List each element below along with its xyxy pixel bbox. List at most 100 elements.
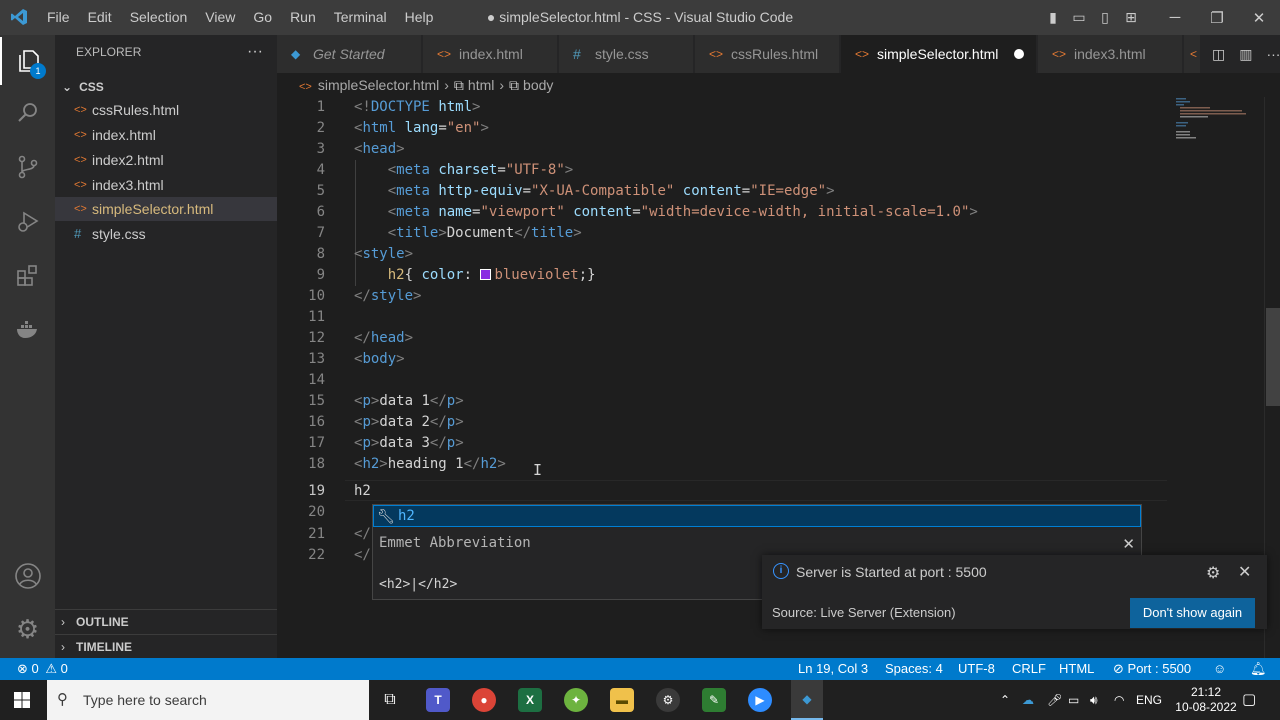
file-item-selected[interactable]: <> simpleSelector.html <box>55 197 277 221</box>
notepad-plus-icon[interactable]: ✎ <box>702 688 726 712</box>
file-item[interactable]: # style.css <box>55 222 277 246</box>
docker-icon[interactable] <box>0 305 55 353</box>
accounts-icon[interactable] <box>0 552 55 600</box>
tab-label: index3.html <box>1074 46 1146 62</box>
vscode-taskbar-icon[interactable]: ◆ <box>791 680 823 720</box>
file-item[interactable]: <> cssRules.html <box>55 98 277 122</box>
line-number: 13 <box>308 351 325 367</box>
explorer-icon[interactable]: 1 <box>0 37 55 85</box>
tab-style-css[interactable]: # style.css <box>559 35 694 73</box>
toggle-secondary-sidebar-icon[interactable]: ▯ <box>1092 0 1118 35</box>
breadcrumb-body[interactable]: body <box>523 77 553 93</box>
menu-file[interactable]: File <box>38 0 79 35</box>
toggle-panel-icon[interactable]: ▭ <box>1066 0 1092 35</box>
restore-button[interactable]: ❐ <box>1196 0 1238 35</box>
encoding[interactable]: UTF-8 <box>958 658 995 680</box>
excel-icon[interactable]: X <box>518 688 542 712</box>
more-actions-icon[interactable]: ··· <box>1266 46 1280 62</box>
dont-show-again-button[interactable]: Don't show again <box>1130 598 1255 628</box>
search-icon[interactable] <box>0 89 55 137</box>
close-icon[interactable]: ✕ <box>1238 562 1251 582</box>
folder-css[interactable]: ⌄ CSS <box>55 76 277 98</box>
code-line: </head> <box>354 330 414 346</box>
code-line: <meta http-equiv="X-UA-Compatible" conte… <box>387 183 835 199</box>
wifi-icon[interactable]: ◠ <box>1114 680 1124 720</box>
tray-chevron-up-icon[interactable]: ⌃ <box>1000 680 1010 720</box>
action-center-icon[interactable]: ▢ <box>1242 680 1256 720</box>
minimize-button[interactable]: ─ <box>1154 0 1196 35</box>
taskbar-search[interactable]: ⚲ Type here to search <box>47 680 369 720</box>
line-number: 4 <box>316 162 325 178</box>
code-line: </ <box>354 526 371 542</box>
close-window-button[interactable]: ✕ <box>1238 0 1280 35</box>
file-label: index3.html <box>92 177 164 193</box>
unsaved-dot-icon[interactable] <box>1014 49 1024 59</box>
tab-simpleselector-html[interactable]: <> simpleSelector.html <box>841 35 1037 73</box>
feedback-icon[interactable]: ☺ <box>1213 658 1226 680</box>
menu-terminal[interactable]: Terminal <box>325 0 396 35</box>
tab-index3-html[interactable]: <> index3.html <box>1038 35 1183 73</box>
open-preview-icon[interactable]: ◫ <box>1212 46 1225 63</box>
file-explorer-icon[interactable]: ▬ <box>610 688 634 712</box>
notification-message: Server is Started at port : 5500 <box>796 564 987 580</box>
source-control-icon[interactable] <box>0 143 55 191</box>
input-language[interactable]: ENG <box>1136 680 1162 720</box>
chevron-right-icon: › <box>61 615 65 629</box>
windows-start-icon[interactable] <box>14 692 30 708</box>
notifications-bell-icon[interactable]: 🔔︎ <box>1250 658 1267 680</box>
onedrive-icon[interactable]: ☁ <box>1022 680 1034 720</box>
breadcrumb-html[interactable]: html <box>468 77 494 93</box>
tab-get-started[interactable]: ◆ Get Started <box>277 35 422 73</box>
clock[interactable]: 21:12 10-08-2022 <box>1171 680 1241 720</box>
tab-cssrules-html[interactable]: <> cssRules.html <box>695 35 840 73</box>
volume-icon[interactable]: 🔊︎ <box>1090 680 1098 720</box>
eclipse-icon[interactable]: ⚙ <box>656 688 680 712</box>
extensions-icon[interactable] <box>0 251 55 299</box>
html-icon: <> <box>1052 47 1067 61</box>
problems-indicator[interactable]: ⊗ 0 ⚠ 0 <box>17 658 68 680</box>
live-server-port[interactable]: ⊘ Port : 5500 <box>1113 658 1191 680</box>
menu-run[interactable]: Run <box>281 0 325 35</box>
timeline-section[interactable]: › TIMELINE <box>55 634 277 658</box>
breadcrumb-file[interactable]: simpleSelector.html <box>318 77 439 93</box>
run-debug-icon[interactable] <box>0 197 55 245</box>
microphone-icon[interactable]: 🎤︎ <box>1047 680 1062 720</box>
menu-help[interactable]: Help <box>396 0 443 35</box>
code-line: <title>Document</title> <box>387 225 582 241</box>
explorer-sidebar: EXPLORER ··· ⌄ CSS <> cssRules.html <> inde… <box>55 35 277 658</box>
toggle-sidebar-icon[interactable]: ▮ <box>1040 0 1066 35</box>
file-item[interactable]: <> index.html <box>55 123 277 147</box>
teams-icon[interactable]: T <box>426 688 450 712</box>
task-view-icon[interactable]: ⧉ <box>378 688 402 712</box>
gear-icon[interactable]: ⚙ <box>1206 563 1220 583</box>
suggestion-item[interactable]: 🔧︎ h2 <box>373 505 1141 527</box>
split-editor-icon[interactable]: ▥ <box>1239 46 1252 63</box>
battery-icon[interactable]: ▭ <box>1068 680 1079 720</box>
cursor-position[interactable]: Ln 19, Col 3 <box>798 658 868 680</box>
file-item[interactable]: <> index3.html <box>55 173 277 197</box>
spring-tools-icon[interactable]: ✦ <box>564 688 588 712</box>
manage-gear-icon[interactable]: ⚙ <box>0 605 55 653</box>
language-mode[interactable]: HTML <box>1059 658 1094 680</box>
customize-layout-icon[interactable]: ⊞ <box>1118 0 1144 35</box>
close-icon[interactable]: ✕ <box>1122 535 1135 553</box>
file-item[interactable]: <> index2.html <box>55 148 277 172</box>
tab-index-html[interactable]: <> index.html <box>423 35 558 73</box>
more-actions-icon[interactable]: ··· <box>247 35 263 68</box>
menu-edit[interactable]: Edit <box>79 0 121 35</box>
color-swatch[interactable] <box>480 269 492 280</box>
line-ending[interactable]: CRLF <box>1012 658 1046 680</box>
indentation[interactable]: Spaces: 4 <box>885 658 943 680</box>
notification-toast: i Server is Started at port : 5500 ⚙ ✕ S… <box>762 555 1267 629</box>
clock-date: 10-08-2022 <box>1175 700 1237 714</box>
zoom-icon[interactable]: ▶ <box>748 688 772 712</box>
outline-section[interactable]: › OUTLINE <box>55 609 277 633</box>
minimap[interactable] <box>1173 97 1268 142</box>
element-icon: ⧉ <box>509 77 520 93</box>
menu-view[interactable]: View <box>196 0 244 35</box>
warning-icon: ⚠ <box>45 661 58 676</box>
scrollbar-thumb[interactable] <box>1266 308 1280 406</box>
menu-go[interactable]: Go <box>244 0 281 35</box>
menu-selection[interactable]: Selection <box>121 0 197 35</box>
chrome-icon[interactable]: ● <box>472 688 496 712</box>
